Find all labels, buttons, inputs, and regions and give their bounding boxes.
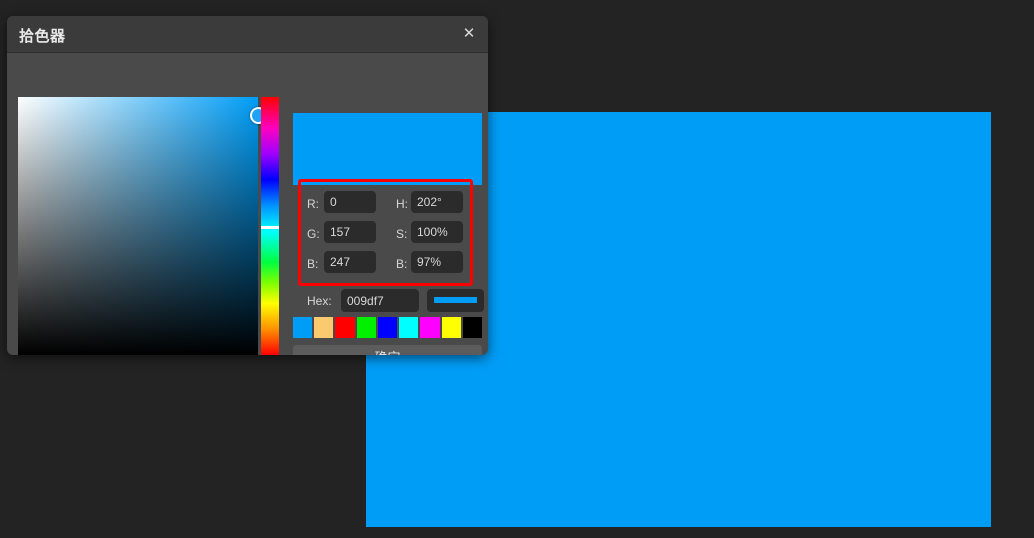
color-swatch-7[interactable] bbox=[441, 317, 461, 338]
color-value-fields: R: H: G: S: B: B: bbox=[299, 191, 479, 283]
field-label-b-brightness: B: bbox=[396, 257, 408, 271]
b-brightness-input[interactable] bbox=[411, 251, 463, 273]
color-swatch-6[interactable] bbox=[420, 317, 440, 338]
field-label-h: H: bbox=[396, 197, 408, 211]
color-swatch-8[interactable] bbox=[462, 317, 482, 338]
confirm-button[interactable]: 确定 bbox=[293, 345, 482, 355]
dialog-title: 拾色器 bbox=[19, 28, 66, 45]
hex-label: Hex: bbox=[307, 294, 332, 308]
color-swatch-1[interactable] bbox=[314, 317, 334, 338]
gradient-bar-icon bbox=[434, 297, 477, 303]
dialog-body: R: H: G: S: B: B: Hex: bbox=[7, 53, 488, 355]
h-input[interactable] bbox=[411, 191, 463, 213]
dialog-titlebar[interactable]: 拾色器 ✕ bbox=[7, 16, 488, 53]
color-swatch-row bbox=[293, 317, 482, 338]
g-input[interactable] bbox=[324, 221, 376, 243]
color-preview-swatch bbox=[293, 113, 482, 185]
field-label-g: G: bbox=[307, 227, 320, 241]
hue-slider-cursor[interactable] bbox=[261, 226, 279, 229]
s-input[interactable] bbox=[411, 221, 463, 243]
field-row-b-brightness: B: B: bbox=[299, 251, 479, 281]
field-row-r-h: R: H: bbox=[299, 191, 479, 221]
hex-row: Hex: bbox=[299, 289, 484, 313]
r-input[interactable] bbox=[324, 191, 376, 213]
field-label-s: S: bbox=[396, 227, 408, 241]
b-blue-input[interactable] bbox=[324, 251, 376, 273]
color-picker-dialog: 拾色器 ✕ R: H: G: S: B: B: bbox=[7, 16, 488, 355]
field-label-r: R: bbox=[307, 197, 319, 211]
field-row-g-s: G: S: bbox=[299, 221, 479, 251]
color-swatch-4[interactable] bbox=[377, 317, 398, 338]
color-swatch-0[interactable] bbox=[293, 317, 313, 338]
gradient-preview-button[interactable] bbox=[427, 289, 484, 312]
color-swatch-5[interactable] bbox=[399, 317, 419, 338]
color-swatch-3[interactable] bbox=[356, 317, 376, 338]
saturation-value-square[interactable] bbox=[18, 97, 258, 355]
hex-input[interactable] bbox=[341, 289, 419, 312]
color-swatch-2[interactable] bbox=[335, 317, 355, 338]
field-label-b-blue: B: bbox=[307, 257, 319, 271]
close-icon[interactable]: ✕ bbox=[458, 23, 480, 45]
